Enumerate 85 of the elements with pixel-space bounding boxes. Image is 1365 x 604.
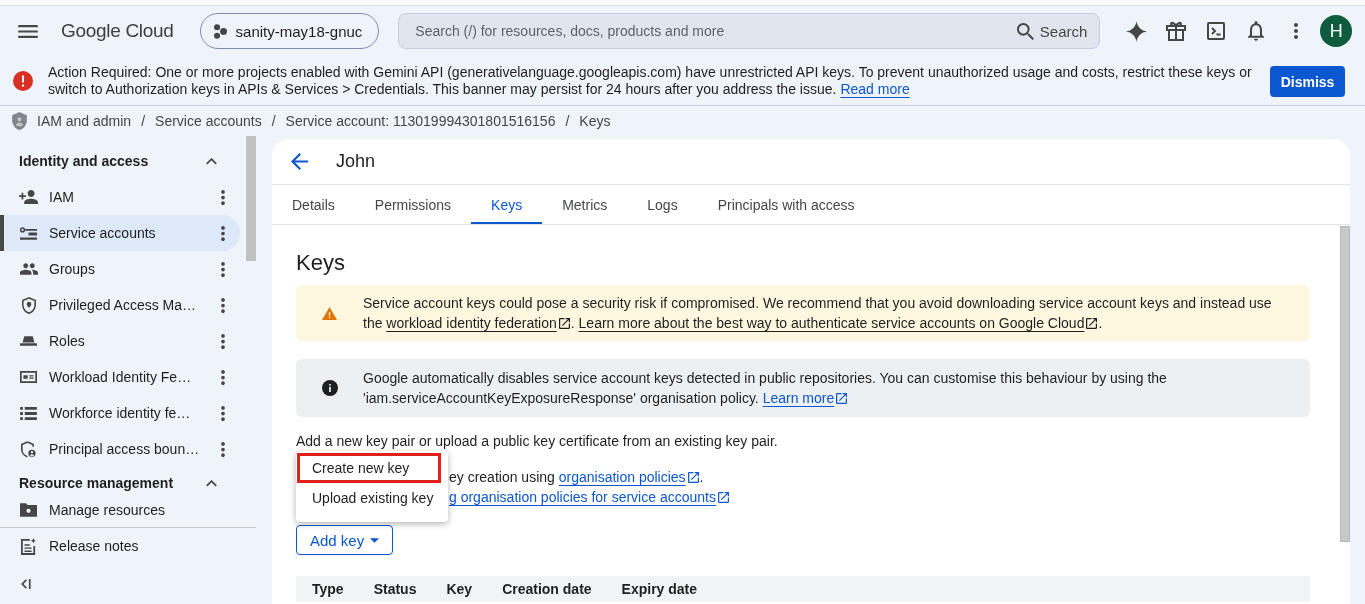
description-text: Add a new key pair or upload a public key certificate from an existing key pair. <box>296 432 779 450</box>
nav-item[interactable]: Workforce identity fe… <box>0 395 240 431</box>
more-icon[interactable] <box>221 333 225 349</box>
tab[interactable]: Keys <box>471 185 543 224</box>
collapse-icon[interactable] <box>21 578 31 590</box>
folder-icon <box>20 503 37 517</box>
nodes-icon <box>213 23 227 39</box>
notifications-icon[interactable] <box>1248 21 1265 41</box>
tab[interactable]: Principals with access <box>697 185 875 224</box>
alert-text: Google automatically disables service account keys detected in public repositories. You can customise this behaviour by using the 'iam.serviceAccountKeyExposureResponse' organisation policy. Learn more <box>363 369 1168 408</box>
more-icon[interactable] <box>221 189 225 205</box>
error-icon <box>13 71 33 91</box>
section-header[interactable]: Identity and access <box>0 143 240 179</box>
person-add-icon <box>19 190 38 204</box>
key-list-icon <box>20 226 37 240</box>
read-more-link[interactable]: Read more <box>840 81 910 97</box>
search-icon <box>1016 22 1034 40</box>
section-heading: Keys <box>296 249 346 277</box>
list-icon <box>20 406 37 420</box>
nav-item[interactable]: Principal access boun… <box>0 431 240 467</box>
nav-item[interactable]: Privileged Access Ma… <box>0 287 240 323</box>
breadcrumb-separator: / <box>271 113 276 129</box>
menu-item[interactable]: Create new key <box>297 453 441 483</box>
column-header: Key <box>446 581 473 597</box>
scrollbar-thumb[interactable] <box>1340 226 1350 542</box>
link[interactable]: organisation policies <box>558 469 686 485</box>
tab[interactable]: Details <box>272 185 355 224</box>
scrollbar-thumb[interactable] <box>246 136 256 261</box>
search-button[interactable]: Search <box>1016 22 1088 40</box>
info-icon <box>321 380 338 396</box>
hat-icon <box>20 336 37 346</box>
nav-item[interactable]: Release notes <box>0 528 240 564</box>
back-arrow-icon[interactable] <box>291 153 308 170</box>
gift-icon[interactable] <box>1166 21 1187 41</box>
caret-down-icon <box>370 537 380 543</box>
nav-item[interactable]: IAM <box>0 179 240 215</box>
nav-item[interactable]: Roles <box>0 323 240 359</box>
tab[interactable]: Permissions <box>354 185 472 224</box>
more-icon[interactable] <box>221 369 225 385</box>
column-header: Creation date <box>502 581 592 597</box>
shield-person-icon <box>12 112 27 130</box>
nav-item[interactable]: Manage resources <box>0 499 240 521</box>
more-icon[interactable] <box>221 261 225 277</box>
banner-message: Action Required: One or more projects enabled with Gemini API (generativelanguage.googleapis.com) have unrestricted API keys. To prevent unauthorized usage and costs, restrict these keys or switch to Authorization keys in APIs & Services > Credentials. This banner may persist for 24 hours after you address the issue. Read more <box>48 64 1253 98</box>
nav-item[interactable]: Workload Identity Fe… <box>0 359 240 395</box>
id-card-icon <box>20 371 37 383</box>
avatar[interactable]: H <box>1320 15 1353 47</box>
logo[interactable]: Google Cloud <box>61 20 174 42</box>
breadcrumb-separator: / <box>565 113 570 129</box>
more-icon[interactable] <box>221 225 225 241</box>
breadcrumb-link[interactable]: Keys <box>579 113 611 129</box>
tab[interactable]: Metrics <box>542 185 628 224</box>
people-icon <box>19 263 38 275</box>
column-header: Type <box>312 581 344 597</box>
add-key-button[interactable]: Add key <box>296 525 394 555</box>
link[interactable]: g organisation policies for service accounts <box>449 489 716 505</box>
column-header: Status <box>373 581 417 597</box>
breadcrumb-link[interactable]: IAM and admin <box>37 113 132 129</box>
tab[interactable]: Logs <box>627 185 698 224</box>
breadcrumb-link[interactable]: Service account: 113019994301801516156 <box>285 113 556 129</box>
shield-person-icon <box>21 440 36 458</box>
nav-item[interactable]: Service accounts <box>0 215 240 251</box>
dismiss-button[interactable]: Dismiss <box>1270 66 1345 97</box>
breadcrumb-link[interactable]: Service accounts <box>155 113 262 129</box>
more-icon[interactable] <box>221 297 225 313</box>
breadcrumb-separator: / <box>141 113 146 129</box>
link[interactable]: Learn more <box>762 390 835 406</box>
section-header[interactable]: Resource management <box>0 467 240 499</box>
sparkle-icon[interactable] <box>1125 20 1147 42</box>
more-icon[interactable] <box>221 441 225 457</box>
link[interactable]: Learn more about the best way to authenticate service accounts on Google Cloud <box>578 315 1085 331</box>
terminal-icon[interactable] <box>1207 22 1226 40</box>
more-icon[interactable] <box>1294 23 1299 39</box>
warning-icon <box>322 306 337 320</box>
search-field[interactable]: Search (/) for resources, docs, products and more Search <box>398 13 1101 49</box>
shield-icon <box>21 296 36 314</box>
document-icon <box>21 537 36 555</box>
link[interactable]: workload identity federation <box>386 315 557 331</box>
menu-item[interactable]: Upload existing key <box>297 483 441 513</box>
menu-icon[interactable] <box>18 24 38 38</box>
page-title: John <box>336 151 376 172</box>
column-header: Expiry date <box>621 581 698 597</box>
nav-item[interactable]: Groups <box>0 251 240 287</box>
more-icon[interactable] <box>221 405 225 421</box>
alert-text: Service account keys could pose a security risk if compromised. We recommend that you avoid downloading service account keys and instead use the workload identity federation . Learn more about the best way to authenticate service accounts on Google Cloud . <box>363 294 1273 333</box>
